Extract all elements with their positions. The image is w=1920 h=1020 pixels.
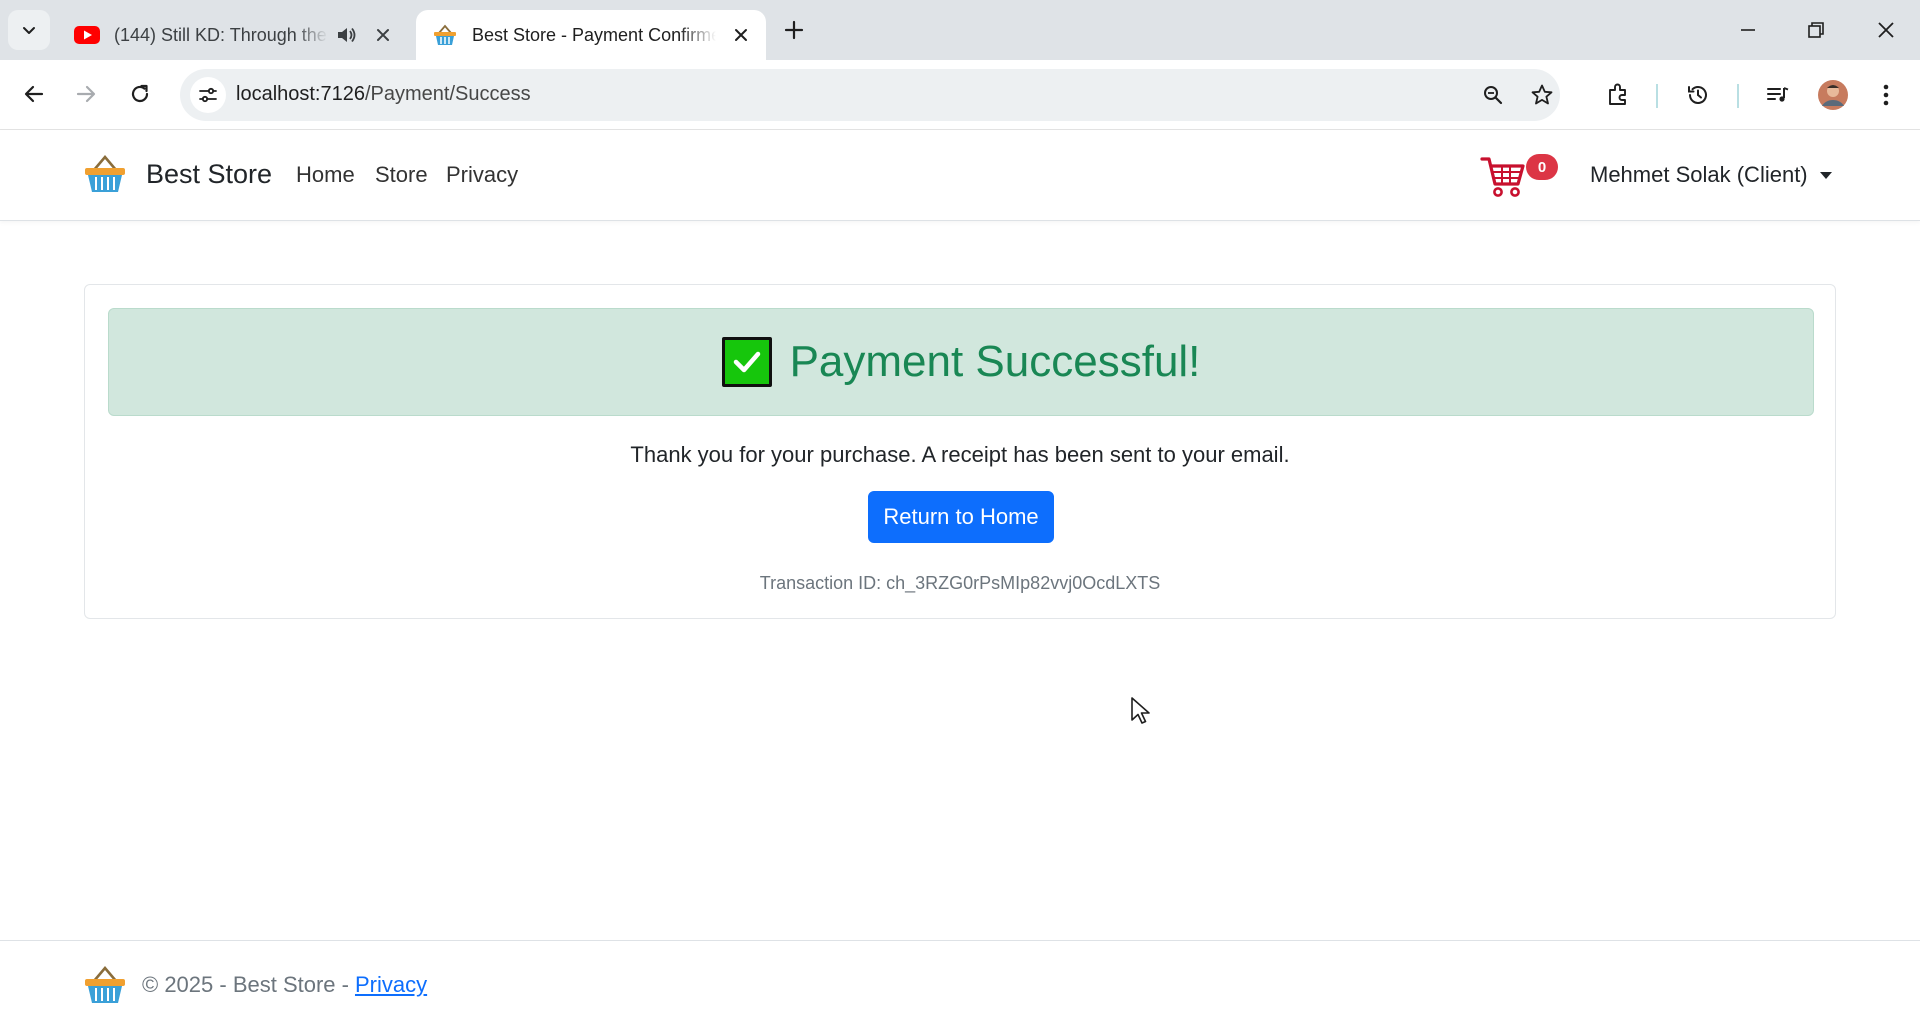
site-info-button[interactable] xyxy=(190,77,226,113)
return-home-button[interactable]: Return to Home xyxy=(868,491,1054,543)
forward-button[interactable] xyxy=(66,74,106,114)
address-bar[interactable]: localhost:7126/Payment/Success xyxy=(180,69,1560,121)
chevron-down-icon xyxy=(23,27,35,34)
basket-logo-icon xyxy=(85,154,125,192)
kebab-menu-icon[interactable] xyxy=(1866,75,1906,115)
transaction-id-text: Transaction ID: ch_3RZG0rPsMIp82vvj0OcdL… xyxy=(85,573,1835,594)
reload-icon xyxy=(131,84,149,103)
browser-tab-youtube[interactable]: (144) Still KD: Through the Noise xyxy=(58,10,408,60)
brand-link[interactable]: Best Store xyxy=(84,154,272,194)
minimize-button[interactable] xyxy=(1714,0,1782,60)
user-name: Mehmet Solak (Client) xyxy=(1590,162,1808,187)
browser-toolbar: localhost:7126/Payment/Success xyxy=(0,60,1920,130)
thank-you-message: Thank you for your purchase. A receipt h… xyxy=(630,442,1290,467)
shopping-cart-icon xyxy=(1480,157,1525,197)
history-icon[interactable] xyxy=(1678,75,1718,115)
new-tab-button[interactable] xyxy=(778,14,810,46)
toolbar-separator xyxy=(1656,84,1658,108)
browser-tabstrip: (144) Still KD: Through the Noise Best S… xyxy=(0,0,1920,60)
footer-content: © 2025 - Best Store - Privacy xyxy=(84,965,427,1005)
back-button[interactable] xyxy=(14,74,54,114)
check-mark-icon xyxy=(721,337,772,387)
zoom-icon[interactable] xyxy=(1477,79,1509,111)
success-alert: Payment Successful! xyxy=(108,308,1814,416)
close-icon xyxy=(1878,22,1894,38)
nav-link-store[interactable]: Store xyxy=(375,162,428,188)
success-title: Payment Successful! xyxy=(789,337,1201,386)
reload-button[interactable] xyxy=(120,74,160,114)
user-dropdown[interactable]: Mehmet Solak (Client) xyxy=(1590,162,1832,188)
close-window-button[interactable] xyxy=(1852,0,1920,60)
restore-icon xyxy=(1808,22,1824,38)
site-footer: © 2025 - Best Store - Privacy xyxy=(0,940,1920,1020)
footer-copyright: © 2025 - Best Store - xyxy=(142,972,349,997)
media-control-icon[interactable] xyxy=(1758,75,1798,115)
url-path: /Payment/Success xyxy=(364,83,531,105)
tune-icon xyxy=(199,87,217,103)
speaker-icon[interactable] xyxy=(336,26,358,44)
cart-button[interactable] xyxy=(1480,154,1526,198)
close-icon[interactable] xyxy=(730,24,752,46)
brand-name: Best Store xyxy=(146,158,273,189)
plus-icon xyxy=(784,20,804,40)
transaction-id: ch_3RZG0rPsMIp82vvj0OcdLXTS xyxy=(886,573,1161,593)
arrow-right-icon xyxy=(76,85,96,103)
payment-result-card: Payment Successful! Thank you for your p… xyxy=(84,284,1836,619)
extensions-icon[interactable] xyxy=(1598,75,1638,115)
close-icon[interactable] xyxy=(372,24,394,46)
minimize-icon xyxy=(1741,29,1755,31)
restore-button[interactable] xyxy=(1782,0,1850,60)
youtube-icon xyxy=(74,24,100,46)
tab-title: (144) Still KD: Through the Noise xyxy=(114,24,328,45)
cart-count-badge: 0 xyxy=(1526,154,1558,180)
caret-down-icon xyxy=(1819,171,1832,179)
nav-link-privacy[interactable]: Privacy xyxy=(446,162,518,188)
tab-search-button[interactable] xyxy=(8,10,50,50)
browser-tab-best-store[interactable]: Best Store - Payment Confirmed xyxy=(416,10,766,60)
transaction-label: Transaction ID: xyxy=(759,573,887,593)
toolbar-separator xyxy=(1737,84,1739,108)
profile-avatar[interactable] xyxy=(1813,75,1853,115)
url-text: localhost:7126/Payment/Success xyxy=(236,83,531,106)
site-navbar: Best Store Home Store Privacy 0 Mehmet S… xyxy=(0,130,1920,221)
basket-logo-icon xyxy=(85,965,125,1003)
nav-link-home[interactable]: Home xyxy=(296,162,355,188)
tab-title: Best Store - Payment Confirmed xyxy=(472,24,716,45)
mouse-pointer-icon xyxy=(1131,697,1150,724)
footer-privacy-link[interactable]: Privacy xyxy=(355,972,427,998)
arrow-left-icon xyxy=(24,85,44,103)
basket-icon xyxy=(432,24,458,46)
bookmark-star-icon[interactable] xyxy=(1526,79,1558,111)
url-host: localhost:7126 xyxy=(236,83,365,105)
